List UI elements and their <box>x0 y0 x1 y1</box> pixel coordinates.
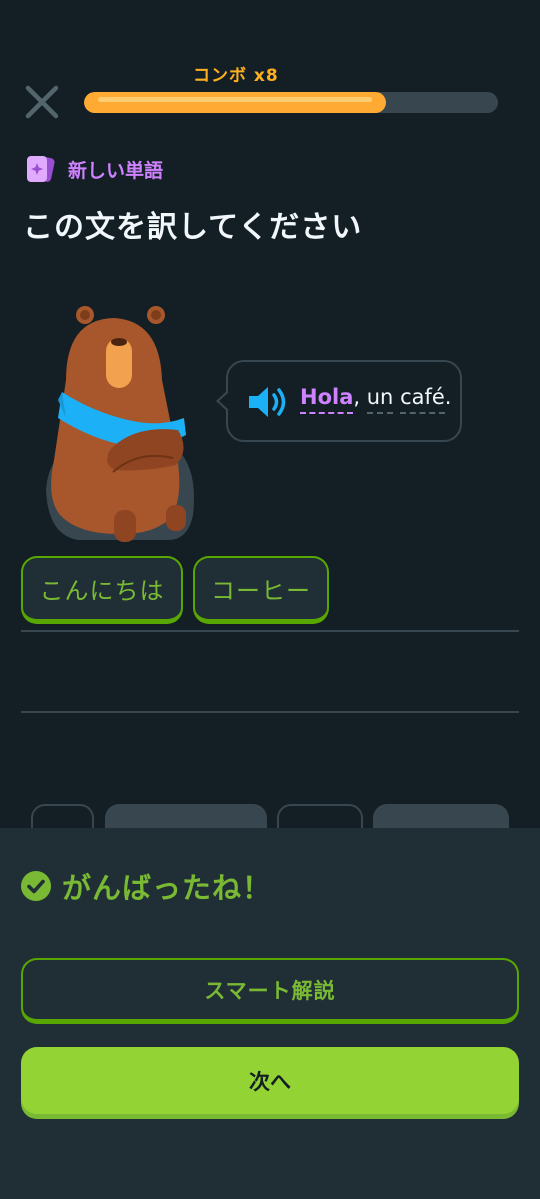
combo-label: コンボ x8 <box>193 66 279 86</box>
close-button[interactable] <box>22 82 62 122</box>
speech-bubble: Hola, un café. <box>216 360 462 442</box>
challenge-title: この文を訳してください <box>23 210 363 245</box>
close-icon[interactable] <box>22 82 62 122</box>
word-cafe[interactable]: café <box>400 385 445 414</box>
speaker-icon[interactable] <box>246 384 290 420</box>
smart-explanation-button[interactable]: スマート解説 <box>21 958 519 1024</box>
progress-shine <box>98 97 373 102</box>
bear-character <box>46 306 194 542</box>
word-hola[interactable]: Hola <box>300 385 354 414</box>
sentence-comma: , <box>353 385 361 409</box>
check-circle-icon <box>21 871 51 901</box>
progress-fill <box>84 92 387 113</box>
bubble-tail-inner <box>219 392 229 410</box>
next-button[interactable]: 次へ <box>21 1047 519 1114</box>
new-word-badge: 新しい単語 <box>24 153 163 185</box>
progress-bar <box>84 92 498 113</box>
answer-chip-konnichiwa[interactable]: こんにちは <box>21 556 183 624</box>
answer-line-2 <box>21 711 519 713</box>
word-un[interactable]: un <box>366 385 394 414</box>
sentence-period: . <box>444 385 452 409</box>
sentence: Hola, un café. <box>300 385 452 414</box>
result-banner: がんばったね！ <box>20 865 272 907</box>
answer-chip-coffee[interactable]: コーヒー <box>193 556 329 624</box>
new-word-label: 新しい単語 <box>68 159 164 182</box>
result-text: がんばったね！ <box>62 871 273 905</box>
new-word-card-icon <box>27 156 55 182</box>
answer-line-1 <box>21 630 519 632</box>
